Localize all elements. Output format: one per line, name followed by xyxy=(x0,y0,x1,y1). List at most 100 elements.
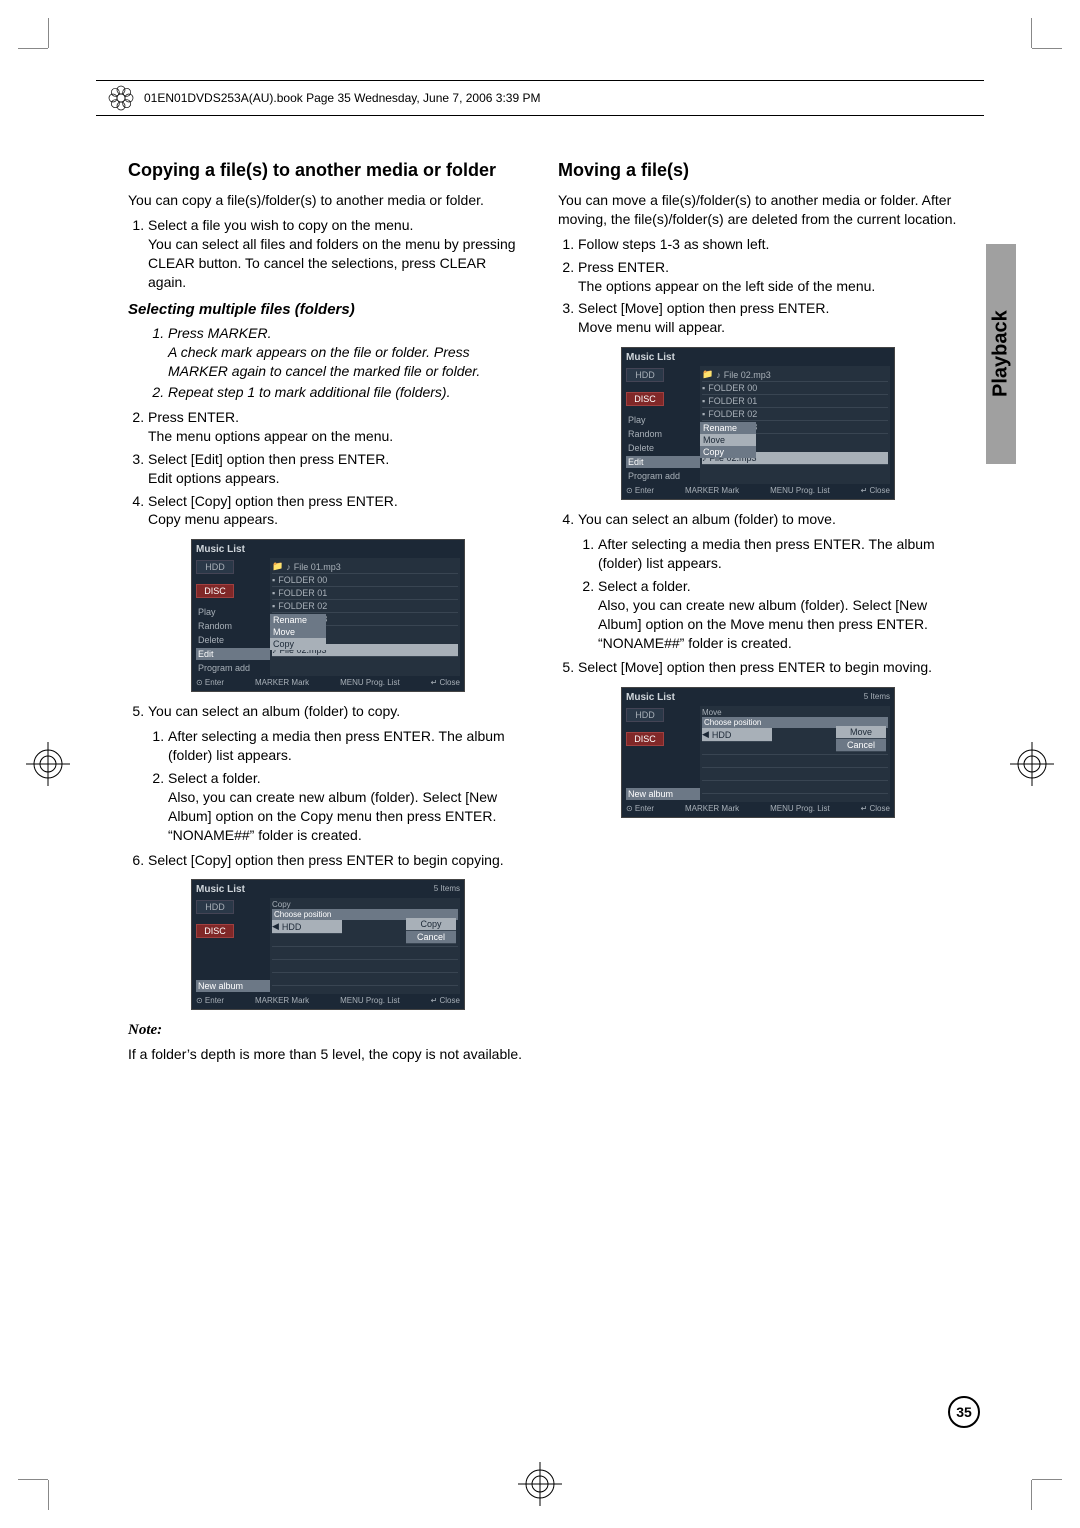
osd-copy-menu: Music List HDD DISC Play Random Delete E… xyxy=(191,539,465,692)
music-icon: ♪ xyxy=(716,370,721,380)
osd-row: ▪FOLDER 01 xyxy=(702,395,888,408)
osd-button: Move xyxy=(836,726,886,739)
sub-step: Select a folder. Also, you can create ne… xyxy=(598,577,958,653)
right-column: Moving a file(s) You can move a file(s)/… xyxy=(558,160,958,1070)
step: Follow steps 1-3 as shown left. xyxy=(578,235,958,254)
folder-icon: 📁 xyxy=(702,369,713,380)
step: You can select an album (folder) to move… xyxy=(578,510,958,652)
ctx-item: Copy xyxy=(270,638,326,650)
osd-row xyxy=(702,781,888,794)
osd-side-item: Program add xyxy=(196,662,270,674)
crop-mark xyxy=(1022,1470,1062,1510)
osd-button: Cancel xyxy=(406,931,456,944)
osd-row: ▪FOLDER 01 xyxy=(272,587,458,600)
folder-icon: 📁 xyxy=(272,561,283,572)
osd-title: Music List xyxy=(626,692,675,703)
sub-heading: Selecting multiple files (folders) xyxy=(128,301,528,318)
ctx-item: Copy xyxy=(700,446,756,458)
ctx-item: Move xyxy=(700,434,756,446)
left-column: Copying a file(s) to another media or fo… xyxy=(128,160,528,1070)
step: Select [Move] option then press ENTER. M… xyxy=(578,299,958,337)
osd-file: File 01.mp3 xyxy=(294,562,341,572)
osd-side-item: Program add xyxy=(626,470,700,482)
osd-row xyxy=(272,973,458,986)
osd-row xyxy=(272,960,458,973)
osd-move-destination: Music List 5 Items HDD DISC New album Mo… xyxy=(621,687,895,818)
osd-side-item: New album xyxy=(626,788,700,800)
osd-row xyxy=(702,755,888,768)
osd-tag: HDD xyxy=(626,368,664,382)
step: Select a file you wish to copy on the me… xyxy=(148,216,528,292)
osd-side-item: New album xyxy=(196,980,270,992)
note-text: If a folder’s depth is more than 5 level… xyxy=(128,1045,528,1064)
step: Select [Edit] option then press ENTER. E… xyxy=(148,450,528,488)
osd-info: 5 Items xyxy=(864,692,890,706)
osd-footer: ⊙ EnterMARKER MarkMENU Prog. List↵ Close xyxy=(196,676,460,687)
osd-context-menu: Rename Move Copy xyxy=(270,614,326,650)
osd-context-menu: Rename Move Copy xyxy=(700,422,756,458)
intro-text: You can copy a file(s)/folder(s) to anot… xyxy=(128,191,528,210)
osd-tag: DISC xyxy=(196,584,234,598)
osd-side-item: Play xyxy=(196,606,270,618)
osd-side-item: Random xyxy=(196,620,270,632)
osd-copy-destination: Music List 5 Items HDD DISC New album Co… xyxy=(191,879,465,1010)
osd-row: ▪FOLDER 02 xyxy=(272,600,458,613)
osd-side-item: Random xyxy=(626,428,700,440)
crop-mark xyxy=(18,18,58,58)
osd-header-row: 📁 ♪ File 02.mp3 xyxy=(702,368,888,382)
sub-step-text: A check mark appears on the file or fold… xyxy=(168,344,480,379)
page-number: 35 xyxy=(948,1396,980,1428)
osd-tag: HDD xyxy=(196,900,234,914)
sub-step: Select a folder. Also, you can create ne… xyxy=(168,769,528,845)
osd-title: Music List xyxy=(626,352,890,363)
sub-step: After selecting a media then press ENTER… xyxy=(598,535,958,573)
osd-tag: DISC xyxy=(196,924,234,938)
osd-label: Copy xyxy=(272,900,458,909)
osd-side-item: Edit xyxy=(626,456,700,468)
sub-step-text: Press MARKER. xyxy=(168,325,271,341)
ctx-item: Move xyxy=(270,626,326,638)
osd-row: ▪FOLDER 00 xyxy=(272,574,458,587)
crop-mark xyxy=(1022,18,1062,58)
step: Select [Copy] option then press ENTER. C… xyxy=(148,492,528,530)
sub-step: Press MARKER. A check mark appears on th… xyxy=(168,324,528,381)
step: You can select an album (folder) to copy… xyxy=(148,702,528,844)
registration-mark xyxy=(26,742,70,786)
music-icon: ♪ xyxy=(286,562,291,572)
osd-footer: ⊙ EnterMARKER MarkMENU Prog. List↵ Close xyxy=(626,484,890,495)
content: Copying a file(s) to another media or fo… xyxy=(128,160,960,1070)
osd-side-item: Edit xyxy=(196,648,270,660)
ctx-item: Rename xyxy=(270,614,326,626)
osd-tag: HDD xyxy=(626,708,664,722)
osd-info: 5 Items xyxy=(434,884,460,898)
osd-side-item: Delete xyxy=(626,442,700,454)
registration-mark xyxy=(518,1462,562,1506)
osd-tag: DISC xyxy=(626,732,664,746)
osd-label: Move xyxy=(702,708,888,717)
step: Select [Move] option then press ENTER to… xyxy=(578,658,958,677)
osd-file: File 02.mp3 xyxy=(724,370,771,380)
osd-button: Cancel xyxy=(836,739,886,752)
heading-copy: Copying a file(s) to another media or fo… xyxy=(128,160,528,181)
osd-title: Music List xyxy=(196,884,245,895)
sub-step: After selecting a media then press ENTER… xyxy=(168,727,528,765)
osd-dest-row: ◀HDD xyxy=(272,920,342,934)
osd-tag: HDD xyxy=(196,560,234,574)
osd-footer: ⊙ EnterMARKER MarkMENU Prog. List↵ Close xyxy=(196,994,460,1005)
osd-tag: DISC xyxy=(626,392,664,406)
ctx-item: Rename xyxy=(700,422,756,434)
sub-step: Repeat step 1 to mark additional file (f… xyxy=(168,383,528,402)
step-text: You can select an album (folder) to copy… xyxy=(148,703,400,719)
step: Press ENTER. The options appear on the l… xyxy=(578,258,958,296)
osd-footer: ⊙ EnterMARKER MarkMENU Prog. List↵ Close xyxy=(626,802,890,813)
note-label: Note: xyxy=(128,1022,528,1039)
osd-side-item: Delete xyxy=(196,634,270,646)
book-header: 01EN01DVDS253A(AU).book Page 35 Wednesda… xyxy=(96,80,984,116)
osd-row xyxy=(272,947,458,960)
osd-row: ▪FOLDER 00 xyxy=(702,382,888,395)
osd-dest-row: ◀HDD xyxy=(702,728,772,742)
registration-mark xyxy=(1010,742,1054,786)
section-tab: Playback xyxy=(986,244,1016,464)
header-text: 01EN01DVDS253A(AU).book Page 35 Wednesda… xyxy=(144,91,540,105)
osd-title: Music List xyxy=(196,544,460,555)
